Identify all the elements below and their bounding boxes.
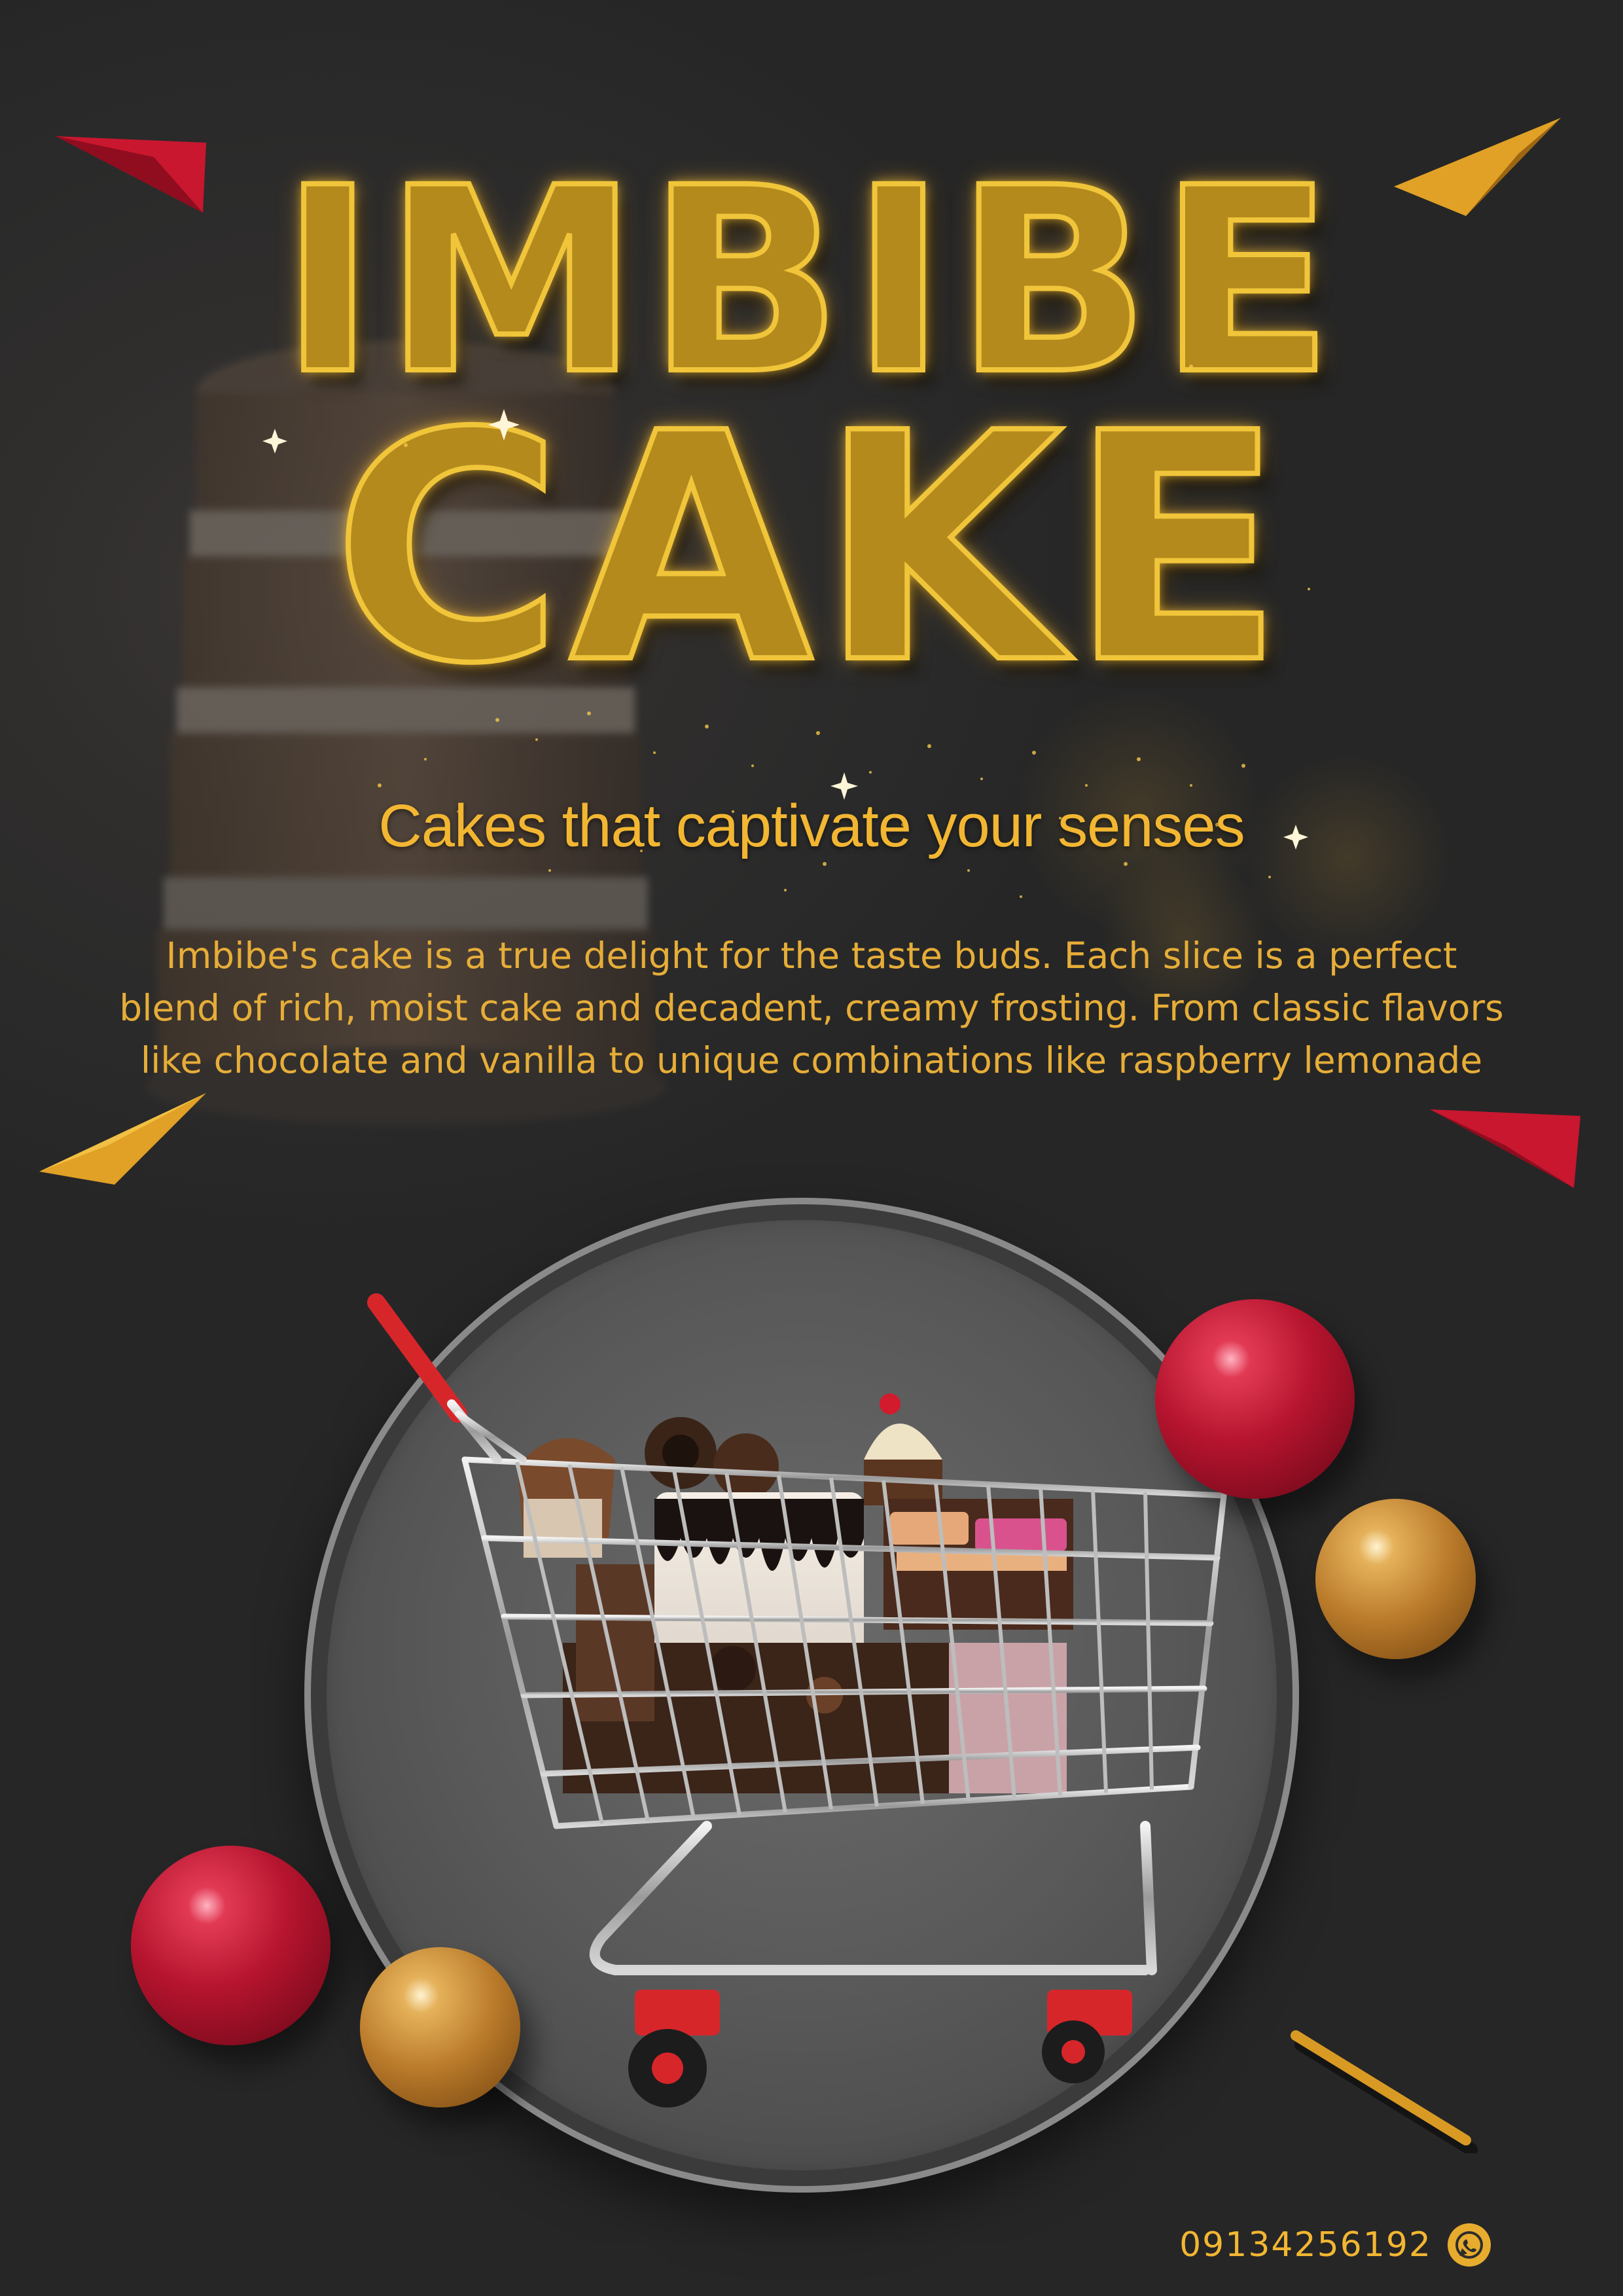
gold-ball (360, 1947, 520, 2108)
description: Imbibe's cake is a true delight for the … (105, 929, 1518, 1086)
tagline: Cakes that captivate your senses (378, 793, 1245, 859)
cart-chassis (589, 1821, 1164, 1988)
gold-triangle-left (39, 1093, 206, 1185)
gold-stick (1291, 2030, 1478, 2153)
poster: IMBIBE CAKE Cakes that captivate your se… (0, 0, 1623, 2296)
phone-number[interactable]: 09134256192 (1179, 2225, 1432, 2265)
red-triangle-right (1430, 1109, 1580, 1188)
cart-wheels (628, 1990, 1132, 2108)
description-line: Imbibe's cake is a true delight for the … (166, 935, 1457, 977)
cart-handle (367, 1293, 527, 1464)
contact: 09134256192 (1179, 2219, 1492, 2271)
whatsapp-icon[interactable] (1446, 2222, 1492, 2268)
cakes-in-cart (517, 1393, 1073, 1793)
gold-ball (1315, 1499, 1476, 1659)
description-line: like chocolate and vanilla to unique com… (140, 1039, 1483, 1081)
red-ball (131, 1846, 330, 2045)
title-cake: CAKE (330, 367, 1291, 732)
description-line: blend of rich, moist cake and decadent, … (119, 987, 1504, 1029)
red-ball (1155, 1299, 1355, 1499)
